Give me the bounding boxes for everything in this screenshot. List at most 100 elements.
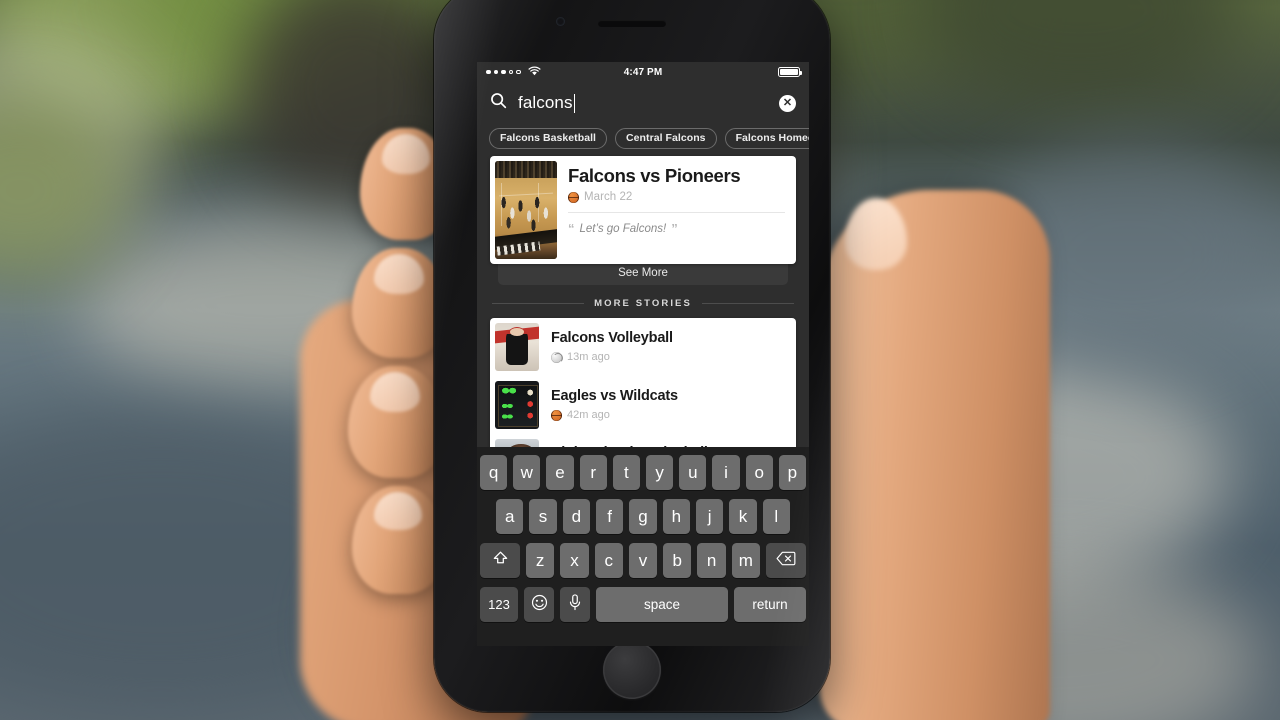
featured-story-quote: “ Let’s go Falcons! ” [568,222,785,235]
signal-dot-5 [516,70,521,75]
story-text-block: High School Basketball [539,439,796,447]
quote-text: Let’s go Falcons! [579,222,667,235]
text-caret [573,93,576,113]
key-f[interactable]: f [596,499,624,534]
key-a[interactable]: a [496,499,524,534]
shift-key[interactable] [480,543,521,578]
search-results-content: Falcons vs Pioneers March 22 “ Let’s go … [477,152,809,447]
key-b[interactable]: b [663,543,692,578]
key-e[interactable]: e [546,455,574,490]
emoji-key[interactable] [524,587,554,622]
featured-story-meta: March 22 [568,191,785,203]
status-bar: 4:47 PM [477,62,809,82]
return-key[interactable]: return [734,587,806,622]
signal-dot-4 [509,70,514,75]
story-title: Eagles vs Wildcats [551,388,678,404]
keyboard-row-4: 123 space return [480,587,806,622]
story-title: Falcons Volleyball [551,330,673,346]
photo-scene: 4:47 PM falcons ✕ Falcons Basketball Cen… [0,0,1280,720]
story-text-block: Falcons Volleyball 13m ago [539,323,796,371]
quote-close-icon: ” [671,221,678,237]
key-h[interactable]: h [662,499,690,534]
basketball-emoji-icon [551,409,562,421]
suggestion-chip-2[interactable]: Central Falcons [615,127,717,149]
key-i[interactable]: i [712,455,740,490]
onscreen-keyboard: q w e r t y u i o p a s d f g h j k l z … [477,447,809,646]
key-s[interactable]: s [529,499,557,534]
status-bar-left [486,66,586,79]
key-q[interactable]: q [479,455,508,490]
basketball-emoji-icon [568,191,579,203]
clear-icon: ✕ [782,96,793,109]
more-stories-header: MORE STORIES [492,298,794,309]
signal-dot-2 [493,69,498,75]
space-key[interactable]: space [596,587,728,622]
key-t[interactable]: t [612,455,640,490]
key-g[interactable]: g [629,499,657,534]
front-camera [556,17,565,26]
signal-dot-1 [486,69,491,75]
clear-search-button[interactable]: ✕ [779,94,796,112]
story-thumbnail-scoreboard [495,381,539,429]
dictation-key[interactable] [560,587,590,622]
key-m[interactable]: m [731,543,760,578]
story-thumbnail-player [495,439,539,447]
featured-card-body[interactable]: Falcons vs Pioneers March 22 “ Let’s go … [490,156,796,264]
key-y[interactable]: y [646,455,674,490]
search-suggestion-chips: Falcons Basketball Central Falcons Falco… [477,124,809,152]
backspace-delete-icon [776,551,796,570]
microphone-icon [568,593,582,616]
phone-screen: 4:47 PM falcons ✕ Falcons Basketball Cen… [477,62,809,646]
backspace-key[interactable] [765,543,806,578]
key-x[interactable]: x [560,543,589,578]
more-stories-list: Falcons Volleyball 13m ago Eagles vs Wil… [490,318,796,447]
key-j[interactable]: j [695,499,724,534]
key-u[interactable]: u [679,455,707,490]
card-divider [568,212,785,214]
search-input-value: falcons [518,93,573,112]
key-l[interactable]: l [762,499,790,534]
key-c[interactable]: c [594,543,623,578]
search-bar[interactable]: falcons ✕ [477,82,809,124]
numbers-key[interactable]: 123 [480,587,518,622]
volleyball-emoji-icon [551,351,563,363]
featured-thumbnail [495,161,557,259]
key-r[interactable]: r [579,455,607,490]
smiley-emoji-icon [531,594,548,616]
signal-dot-3 [501,69,506,75]
story-timestamp: 42m ago [567,409,610,421]
keyboard-row-1: q w e r t y u i o p [479,455,807,490]
battery-icon [778,67,803,77]
suggestion-chip-1[interactable]: Falcons Basketball [489,127,608,149]
story-timestamp: 13m ago [567,351,610,363]
key-p[interactable]: p [778,455,807,490]
key-o[interactable]: o [745,455,773,490]
story-list-item-2[interactable]: Eagles vs Wildcats 42m ago [490,376,796,434]
story-meta: 42m ago [551,409,796,421]
story-meta: 13m ago [551,351,796,363]
featured-story-card[interactable]: Falcons vs Pioneers March 22 “ Let’s go … [490,156,796,285]
search-icon [490,92,507,114]
key-n[interactable]: n [697,543,726,578]
status-bar-time: 4:47 PM [623,66,663,78]
keyboard-row-3: z x c v b n m [480,543,806,578]
search-input[interactable]: falcons [518,93,768,113]
key-w[interactable]: w [513,455,541,490]
battery-fill [780,69,798,75]
divider-right [701,303,794,304]
story-text-block: Eagles vs Wildcats 42m ago [539,381,796,429]
divider-left [492,303,585,304]
key-v[interactable]: v [628,543,658,578]
story-list-item-1[interactable]: Falcons Volleyball 13m ago [490,318,796,376]
status-bar-right [700,67,803,77]
featured-story-date: March 22 [584,191,633,204]
story-list-item-3[interactable]: High School Basketball [490,434,796,447]
story-title: High School Basketball [551,445,796,447]
key-d[interactable]: d [562,499,590,534]
key-z[interactable]: z [526,543,555,578]
home-button[interactable] [603,641,661,699]
key-k[interactable]: k [729,499,757,534]
quote-open-icon: “ [568,221,575,237]
suggestion-chip-3[interactable]: Falcons Homec [724,127,809,149]
featured-story-title: Falcons vs Pioneers [568,165,741,186]
